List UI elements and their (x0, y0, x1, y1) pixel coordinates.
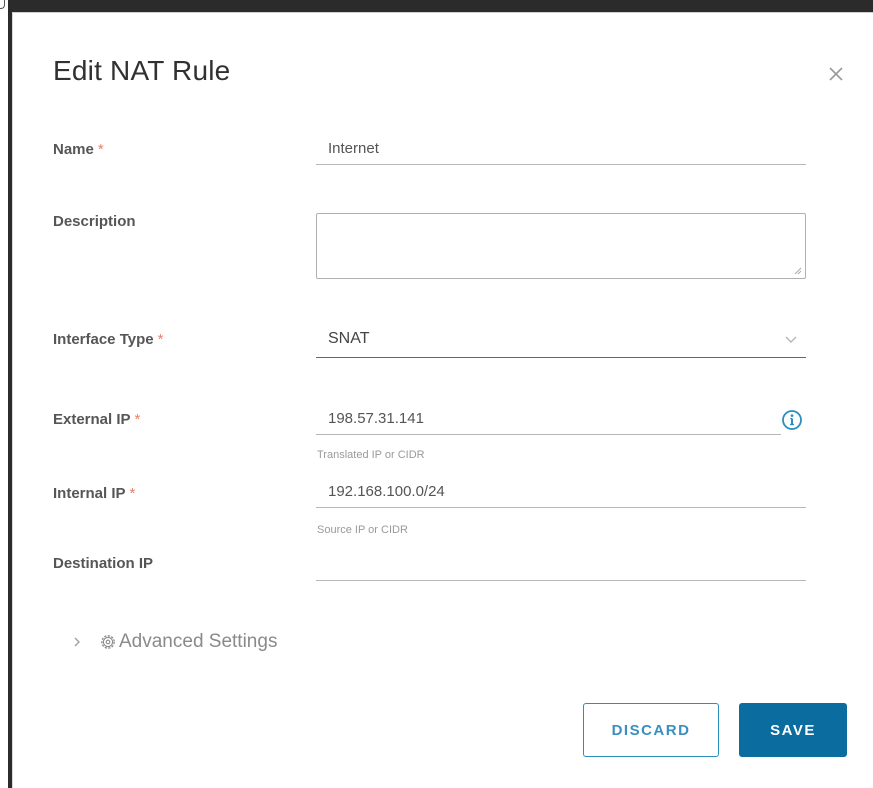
interface-type-label-text: Interface Type (53, 331, 154, 348)
discard-button[interactable]: DISCARD (583, 703, 719, 757)
chevron-down-icon (785, 336, 797, 343)
interface-type-value: SNAT (328, 330, 370, 347)
window-corner (0, 0, 8, 12)
required-marker: * (134, 411, 141, 428)
internal-ip-hint: Source IP or CIDR (317, 524, 408, 536)
interface-type-label: Interface Type * (53, 331, 163, 348)
close-icon (829, 67, 843, 81)
dialog-title: Edit NAT Rule (53, 55, 231, 86)
advanced-settings-toggle[interactable]: Advanced Settings (73, 630, 277, 654)
required-marker: * (97, 141, 104, 158)
gear-icon (101, 635, 115, 649)
internal-ip-label-text: Internal IP (53, 485, 126, 502)
name-label-text: Name (53, 141, 94, 158)
destination-ip-label: Destination IP (53, 555, 154, 572)
internal-ip-label: Internal IP * (53, 485, 135, 502)
destination-ip-input[interactable] (316, 549, 806, 581)
name-input[interactable] (316, 133, 806, 165)
description-textarea[interactable] (316, 213, 806, 279)
chevron-right-icon (74, 637, 80, 647)
advanced-settings-label: Advanced Settings (119, 631, 278, 652)
edit-nat-rule-dialog: Edit NAT Rule Name* Description Interfac… (12, 12, 873, 788)
required-marker: * (129, 485, 136, 502)
close-button[interactable] (825, 63, 847, 85)
internal-ip-input[interactable] (316, 476, 806, 508)
external-ip-label: External IP * (53, 411, 140, 428)
info-icon[interactable] (780, 408, 804, 432)
screen: Edit NAT Rule Name* Description Interfac… (0, 0, 873, 788)
description-label: Description (53, 213, 136, 230)
resize-handle-icon[interactable] (794, 267, 802, 275)
interface-type-select[interactable]: SNAT (316, 324, 806, 358)
required-marker: * (157, 331, 164, 348)
external-ip-label-text: External IP (53, 411, 131, 428)
description-input[interactable] (317, 214, 805, 278)
window-edge-top (8, 0, 873, 12)
save-button[interactable]: SAVE (739, 703, 847, 757)
external-ip-input[interactable] (316, 403, 781, 435)
external-ip-hint: Translated IP or CIDR (317, 449, 425, 461)
name-label: Name * (53, 141, 104, 158)
